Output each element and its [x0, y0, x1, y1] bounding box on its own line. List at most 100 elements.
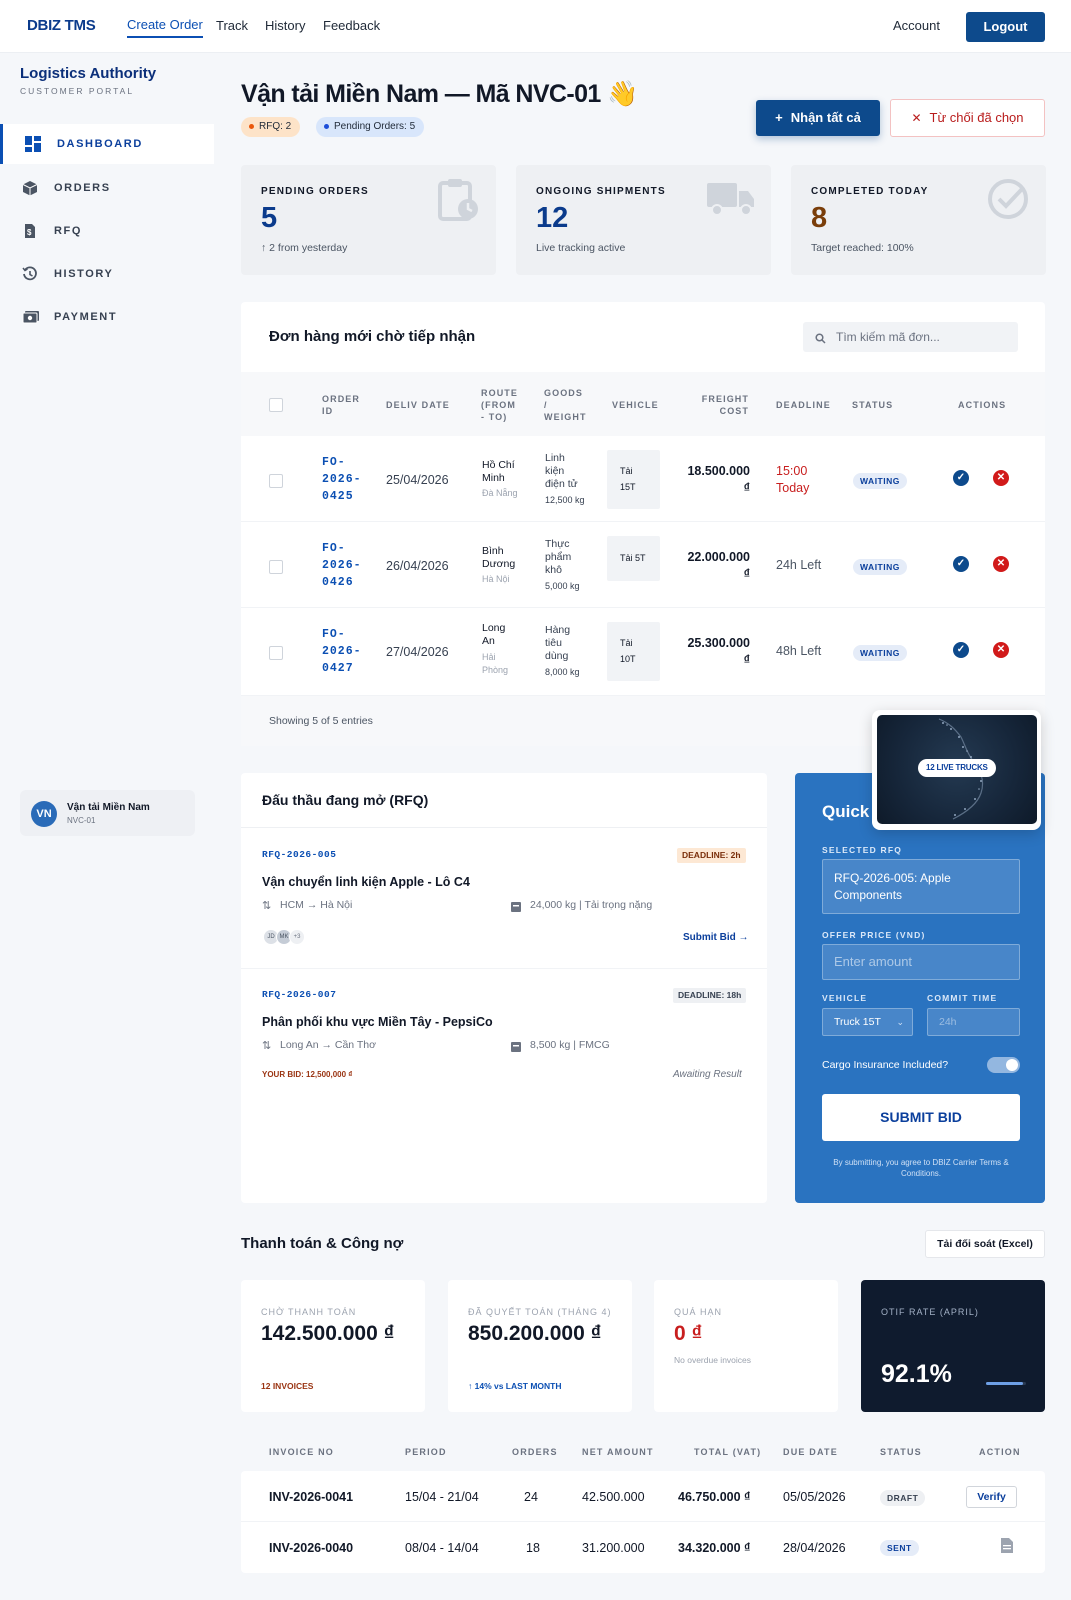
route-from: Bình Dương: [482, 545, 516, 570]
top-nav: DBIZ TMS Create Order Track History Feed…: [0, 0, 1071, 53]
rfq-count-badge: RFQ: 2: [241, 117, 301, 137]
brand-logo[interactable]: DBIZ TMS: [27, 17, 96, 34]
rfq-title: Đấu thầu đang mở (RFQ): [262, 792, 429, 808]
sidebar-item-payment[interactable]: PAYMENT: [0, 297, 214, 337]
finance-card-sub: ↑ 14% vs LAST MONTH: [468, 1381, 562, 1391]
sidebar-item-orders[interactable]: ORDERS: [0, 168, 214, 208]
col-net-amount: NET AMOUNT: [582, 1447, 654, 1457]
submit-bid-link[interactable]: Submit Bid →: [683, 932, 749, 943]
rfq-item-title[interactable]: Vận chuyển linh kiện Apple - Lô C4: [262, 875, 470, 889]
status-badge: WAITING: [853, 645, 907, 661]
search-input[interactable]: Tìm kiếm mã đơn...: [803, 322, 1018, 352]
nav-account[interactable]: Account: [893, 18, 940, 33]
sidebar-item-label: RFQ: [54, 225, 83, 237]
rfq-deadline-badge: DEADLINE: 18h: [673, 988, 747, 1003]
avatar-more: +3: [289, 929, 305, 945]
close-icon: ✕: [911, 111, 922, 125]
otif-progress-track: [986, 1382, 1026, 1385]
rfq-route: HCM → Hà Nội: [280, 899, 353, 911]
invoice-net: 42.500.000: [582, 1490, 645, 1504]
accept-check-icon[interactable]: ✓: [953, 470, 969, 486]
col-vehicle: VEHICLE: [612, 400, 659, 410]
vehicle-chip: Tải 10T: [607, 622, 660, 681]
invoice-dollar-icon: $: [22, 223, 38, 239]
invoice-total: 34.320.000 ₫: [678, 1541, 751, 1555]
sidebar-item-rfq[interactable]: $ RFQ: [0, 211, 214, 251]
stat-card-ongoing-shipments: ONGOING SHIPMENTS 12 Live tracking activ…: [516, 165, 771, 275]
order-id-link[interactable]: FO- 2026- 0425: [322, 454, 362, 505]
weight-icon: [511, 899, 521, 917]
stat-title: PENDING ORDERS: [261, 186, 369, 197]
sidebar-item-label: DASHBOARD: [57, 138, 143, 150]
row-checkbox[interactable]: [269, 474, 283, 488]
freight-cost: 25.300.000 ₫: [687, 636, 750, 667]
reject-selected-button[interactable]: ✕ Từ chối đã chọn: [890, 99, 1045, 137]
verify-button[interactable]: Verify: [966, 1486, 1017, 1508]
order-id-link[interactable]: FO- 2026- 0426: [322, 540, 362, 591]
col-status: STATUS: [852, 400, 894, 410]
pending-orders-badge: Pending Orders: 5: [316, 117, 425, 137]
accept-check-icon[interactable]: ✓: [953, 556, 969, 572]
nav-track[interactable]: Track: [216, 18, 248, 33]
goods-weight: 12,500 kg: [545, 495, 585, 505]
page-title: Vận tải Miền Nam — Mã NVC-01 👋: [241, 80, 638, 108]
commit-time-input[interactable]: 24h: [927, 1008, 1020, 1036]
live-map-card[interactable]: 12 LIVE TRUCKS: [872, 710, 1041, 830]
col-route: ROUTE (FROM - TO): [481, 388, 518, 422]
selected-rfq-field[interactable]: RFQ-2026-005: Apple Components: [822, 859, 1020, 914]
sidebar-item-label: PAYMENT: [54, 311, 118, 323]
insurance-label: Cargo Insurance Included?: [822, 1059, 949, 1071]
sidebar-item-history[interactable]: HISTORY: [0, 254, 214, 294]
invoice-period: 08/04 - 14/04: [405, 1541, 479, 1555]
nav-create-order[interactable]: Create Order: [127, 17, 203, 38]
stat-sub: Target reached: 100%: [811, 242, 914, 254]
svg-text:$: $: [27, 228, 33, 237]
nav-history[interactable]: History: [265, 18, 305, 33]
row-checkbox[interactable]: [269, 646, 283, 660]
route-from: Hồ Chí Minh: [482, 459, 515, 484]
accept-all-button[interactable]: + Nhận tất cả: [756, 100, 880, 136]
stat-sub: ↑ 2 from yesterday: [261, 242, 348, 254]
reject-x-icon[interactable]: ✕: [993, 642, 1009, 658]
nav-feedback[interactable]: Feedback: [323, 18, 380, 33]
route-arrows-icon: ⇅: [262, 1040, 272, 1052]
clipboard-clock-icon: [436, 177, 480, 221]
history-icon: [22, 266, 38, 282]
sidebar-item-dashboard[interactable]: DASHBOARD: [0, 124, 214, 164]
select-all-checkbox[interactable]: [269, 398, 283, 412]
row-checkbox[interactable]: [269, 560, 283, 574]
col-status: STATUS: [880, 1447, 922, 1457]
finance-card-value: 0 ₫: [674, 1322, 703, 1345]
insurance-toggle[interactable]: [987, 1057, 1020, 1073]
offer-price-input[interactable]: Enter amount: [822, 944, 1020, 980]
finance-card-value: 850.200.000 ₫: [468, 1322, 602, 1345]
download-excel-button[interactable]: Tải đối soát (Excel): [925, 1230, 1045, 1258]
accept-check-icon[interactable]: ✓: [953, 642, 969, 658]
status-badge: WAITING: [853, 473, 907, 489]
document-icon[interactable]: [1000, 1537, 1014, 1559]
sidebar-subtitle: CUSTOMER PORTAL: [20, 86, 135, 96]
invoice-no[interactable]: INV-2026-0041: [269, 1490, 353, 1504]
route-arrows-icon: ⇅: [262, 900, 272, 912]
user-code: NVC-01: [67, 816, 96, 825]
submit-bid-button[interactable]: SUBMIT BID: [822, 1094, 1020, 1141]
user-profile-card[interactable]: VN Vận tải Miền Nam NVC-01: [20, 790, 195, 836]
search-icon: [815, 331, 826, 349]
logout-button[interactable]: Logout: [966, 12, 1045, 42]
deadline: 15:00 Today: [776, 464, 810, 495]
user-name: Vận tải Miền Nam: [67, 802, 150, 813]
selected-rfq-label: SELECTED RFQ: [822, 845, 903, 855]
col-actions: ACTIONS: [958, 400, 1007, 410]
vehicle-select[interactable]: Truck 15T ⌄: [822, 1008, 913, 1036]
order-id-link[interactable]: FO- 2026- 0427: [322, 626, 362, 677]
col-orders: ORDERS: [512, 1447, 558, 1457]
stat-value: 5: [261, 202, 278, 234]
reject-x-icon[interactable]: ✕: [993, 470, 1009, 486]
reject-x-icon[interactable]: ✕: [993, 556, 1009, 572]
col-order-id: ORDER ID: [322, 394, 361, 416]
otif-title: OTIF RATE (APRIL): [881, 1307, 979, 1317]
invoice-no[interactable]: INV-2026-0040: [269, 1541, 353, 1555]
rfq-item-title[interactable]: Phân phối khu vực Miền Tây - PepsiCo: [262, 1015, 493, 1029]
rfq-route: Long An → Cần Thơ: [280, 1039, 377, 1051]
stat-title: COMPLETED TODAY: [811, 186, 929, 197]
